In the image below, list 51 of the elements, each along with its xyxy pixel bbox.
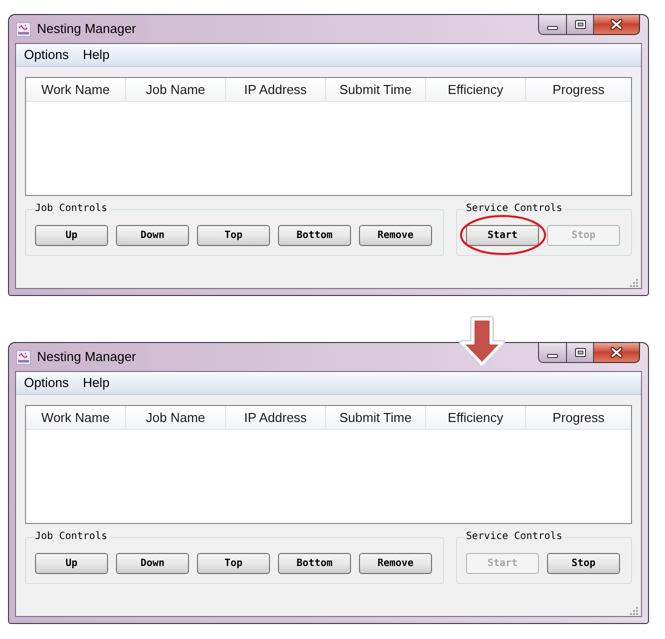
group-title: Job Controls	[34, 203, 108, 215]
menu-item[interactable]: Options	[17, 373, 76, 393]
minimize-icon	[547, 354, 558, 358]
column-header[interactable]: Efficiency	[426, 406, 526, 429]
top-button[interactable]: Top	[197, 225, 270, 246]
column-header[interactable]: Efficiency	[426, 78, 526, 101]
app-icon	[16, 22, 31, 36]
window-title: Nesting Manager	[37, 21, 136, 37]
bottom-button[interactable]: Bottom	[278, 553, 351, 574]
column-header[interactable]: Job Name	[126, 78, 226, 101]
maximize-button[interactable]	[567, 15, 594, 35]
column-header[interactable]: Submit Time	[326, 406, 426, 429]
column-header[interactable]: IP Address	[226, 78, 326, 101]
up-button[interactable]: Up	[35, 553, 108, 574]
column-header[interactable]: Work Name	[26, 78, 126, 101]
maximize-button[interactable]	[567, 343, 594, 363]
group-title: Job Controls	[34, 531, 108, 543]
remove-button[interactable]: Remove	[359, 553, 432, 574]
column-header[interactable]: Work Name	[26, 406, 126, 429]
minimize-button[interactable]	[538, 15, 567, 35]
window-title: Nesting Manager	[37, 349, 136, 365]
close-button[interactable]	[594, 15, 640, 35]
column-header[interactable]: Submit Time	[326, 78, 426, 101]
remove-button[interactable]: Remove	[359, 225, 432, 246]
maximize-icon	[574, 348, 586, 357]
menu-item[interactable]: Help	[76, 373, 117, 393]
close-icon	[610, 347, 623, 358]
minimize-button[interactable]	[538, 343, 567, 363]
column-header[interactable]: Progress	[526, 78, 631, 101]
minimize-icon	[547, 26, 558, 30]
close-button[interactable]	[594, 343, 640, 363]
down-button[interactable]: Down	[116, 553, 189, 574]
top-button[interactable]: Top	[197, 553, 270, 574]
down-arrow-icon	[459, 316, 505, 368]
group-title: Service Controls	[465, 203, 564, 215]
menu-item[interactable]: Options	[17, 45, 76, 65]
resize-grip-icon	[630, 607, 638, 615]
down-button[interactable]: Down	[116, 225, 189, 246]
resize-grip-icon	[630, 279, 638, 287]
maximize-icon	[574, 20, 586, 29]
group-title: Service Controls	[465, 531, 564, 543]
start-button[interactable]: Start	[466, 225, 539, 246]
menu-item[interactable]: Help	[76, 45, 117, 65]
column-header[interactable]: Job Name	[126, 406, 226, 429]
close-icon	[610, 19, 623, 30]
column-header[interactable]: IP Address	[226, 406, 326, 429]
column-header[interactable]: Progress	[526, 406, 631, 429]
app-icon	[16, 350, 31, 364]
up-button[interactable]: Up	[35, 225, 108, 246]
bottom-button[interactable]: Bottom	[278, 225, 351, 246]
stop-button[interactable]: Stop	[547, 553, 620, 574]
